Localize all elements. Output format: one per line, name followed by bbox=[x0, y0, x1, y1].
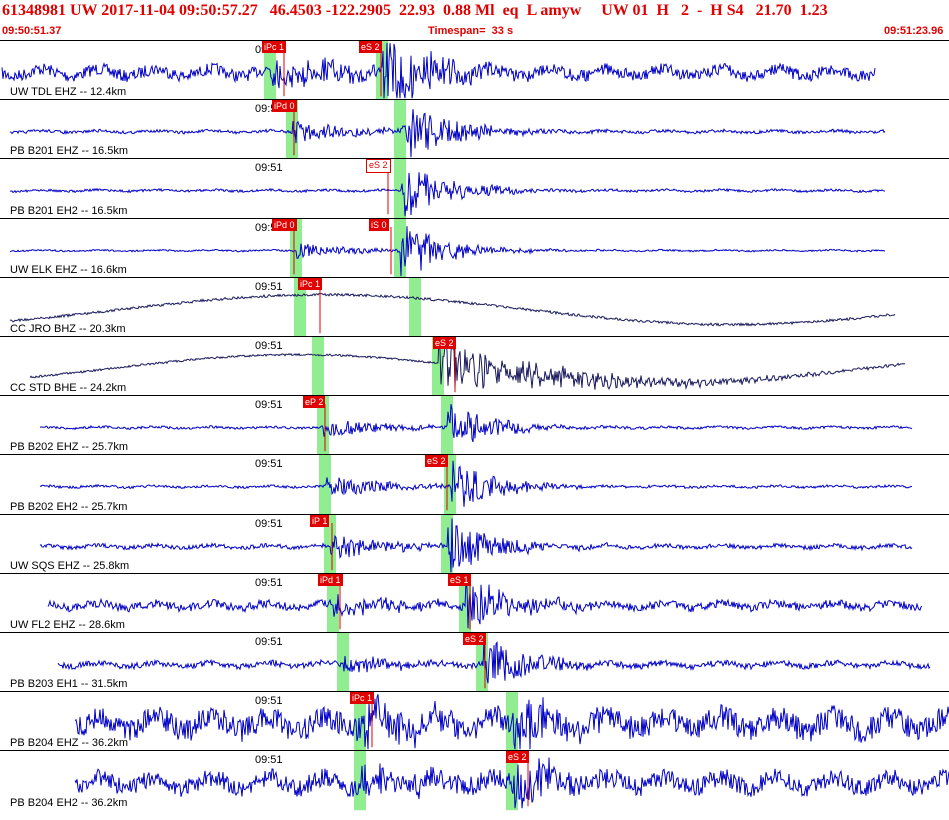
waveform-plot bbox=[29, 337, 906, 397]
pick-flag[interactable]: iPd 0 bbox=[272, 218, 297, 231]
channel-panel[interactable]: 09:51 eS 2 PB B203 EH1 -- 31.5km bbox=[0, 632, 949, 693]
pick-window bbox=[394, 218, 406, 278]
waveform-plot bbox=[9, 218, 886, 278]
channel-panel[interactable]: 09:51 iPd 0 iS 0 UW ELK EHZ -- 16.6km bbox=[0, 217, 949, 278]
time-tick: 09:51 bbox=[255, 754, 283, 767]
time-tick: 09:51 bbox=[255, 340, 283, 352]
waveform-trace bbox=[9, 292, 896, 327]
pick-flag[interactable]: eS 2 bbox=[433, 337, 456, 349]
waveform-plot bbox=[9, 277, 896, 337]
time-tick: 09:51 bbox=[255, 695, 283, 708]
waveform-trace bbox=[9, 172, 886, 217]
pick-flag[interactable]: eS 1 bbox=[448, 573, 471, 586]
channel-panel[interactable]: 09:51 eP 2 PB B202 EHZ -- 25.7km bbox=[0, 395, 949, 456]
channel-label: PB B202 EHZ -- 25.7km bbox=[10, 441, 128, 454]
time-tick: 09:51 bbox=[255, 399, 283, 412]
waveform-trace bbox=[29, 338, 906, 391]
pick-window bbox=[394, 100, 406, 160]
pick-flag[interactable]: iPd 1 bbox=[318, 573, 343, 586]
channel-label: UW TDL EHZ -- 12.4km bbox=[10, 86, 127, 99]
pick-flag[interactable]: eS 2 bbox=[463, 633, 486, 645]
waveform-plot bbox=[74, 751, 949, 811]
waveform-plot bbox=[9, 100, 886, 160]
pick-flag[interactable]: iPc 1 bbox=[350, 692, 375, 705]
channel-panel[interactable]: 09:51 iPc 1 PB B204 EHZ -- 36.2km bbox=[0, 691, 949, 752]
header-bar: 61348981 UW 2017-11-04 09:50:57.27 46.45… bbox=[0, 0, 949, 40]
time-tick: 09:51 bbox=[255, 162, 283, 175]
channel-panel[interactable]: 09:51 eS 2 PB B204 EH2 -- 36.2km bbox=[0, 750, 949, 811]
waveform-trace bbox=[39, 461, 913, 508]
channel-label: CC JRO BHZ -- 20.3km bbox=[10, 322, 126, 335]
waveform-trace bbox=[1, 42, 876, 99]
pick-window bbox=[312, 337, 324, 397]
waveform-plot bbox=[39, 396, 913, 456]
pick-flag[interactable]: eP 2 bbox=[303, 396, 326, 409]
waveform-trace bbox=[9, 225, 886, 276]
channel-panel[interactable]: 09:51iPc 1eS 2UW TDL EHZ -- 12.4km bbox=[0, 40, 949, 101]
end-time: 09:51:23.96 bbox=[884, 25, 944, 37]
time-tick: 09:51 bbox=[255, 280, 283, 293]
waveform-plot bbox=[1, 41, 876, 101]
pick-flag[interactable]: eS 2 bbox=[359, 41, 382, 53]
channel-label: PB B202 EH2 -- 25.7km bbox=[10, 500, 128, 513]
channel-label: CC STD BHE -- 24.2km bbox=[10, 382, 127, 395]
channel-label: PB B203 EH1 -- 31.5km bbox=[10, 678, 128, 691]
pick-flag[interactable]: iS 0 bbox=[369, 218, 389, 231]
pick-flag[interactable]: eS 2 bbox=[366, 159, 391, 174]
waveform-plot bbox=[39, 455, 913, 515]
waveform-trace bbox=[9, 109, 886, 158]
event-summary: 61348981 UW 2017-11-04 09:50:57.27 46.45… bbox=[2, 2, 828, 19]
waveform-plot bbox=[9, 159, 886, 219]
pick-flag[interactable]: iPd 0 bbox=[272, 100, 297, 113]
waveform-plot bbox=[74, 692, 949, 752]
waveform-trace bbox=[57, 638, 931, 684]
channel-label: UW FL2 EHZ -- 28.6km bbox=[10, 618, 125, 631]
timespan: Timespan= 33 s bbox=[428, 25, 514, 37]
channel-panel[interactable]: 09:51 eS 2 CC STD BHE -- 24.2km bbox=[0, 336, 949, 397]
pick-flag[interactable]: iPc 1 bbox=[262, 41, 287, 53]
time-tick: 09:51 bbox=[255, 636, 283, 648]
channel-label: PB B201 EH2 -- 16.5km bbox=[10, 204, 128, 217]
waveform-plot bbox=[39, 514, 913, 574]
channel-label: UW SQS EHZ -- 25.8km bbox=[10, 559, 130, 572]
channel-label: UW ELK EHZ -- 16.6km bbox=[10, 263, 127, 276]
channel-label: PB B204 EH2 -- 36.2km bbox=[10, 796, 128, 809]
pick-flag[interactable]: eS 2 bbox=[425, 455, 448, 468]
channel-panel[interactable]: 09:51 eS 2 PB B202 EH2 -- 25.7km bbox=[0, 454, 949, 515]
channel-panel[interactable]: 09:51 iP 1 UW SQS EHZ -- 25.8km bbox=[0, 513, 949, 574]
pick-window bbox=[409, 277, 421, 337]
channel-label: PB B204 EHZ -- 36.2km bbox=[10, 737, 128, 750]
waveform-trace bbox=[39, 518, 913, 572]
waveform-trace bbox=[39, 404, 913, 443]
pick-flag[interactable]: eS 2 bbox=[506, 751, 529, 764]
channel-panel[interactable]: 09:51 iPd 0 PB B201 EHZ -- 16.5km bbox=[0, 99, 949, 160]
channel-panel[interactable]: 09:51 eS 2 PB B201 EH2 -- 16.5km bbox=[0, 158, 949, 219]
channel-panel[interactable]: 09:51 iPd 1 eS 1 UW FL2 EHZ -- 28.6km bbox=[0, 572, 949, 633]
waveform-plot bbox=[47, 573, 923, 633]
pick-flag[interactable]: iP 1 bbox=[310, 514, 330, 527]
time-tick: 09:51 bbox=[255, 576, 283, 589]
time-tick: 09:51 bbox=[255, 458, 283, 471]
pick-flag[interactable]: iPc 1 bbox=[298, 277, 323, 290]
start-time: 09:50:51.37 bbox=[2, 25, 62, 37]
time-tick: 09:51 bbox=[255, 517, 283, 530]
channel-label: PB B201 EHZ -- 16.5km bbox=[10, 145, 128, 158]
waveform-trace bbox=[47, 581, 923, 629]
channel-panel[interactable]: 09:51 iPc 1 CC JRO BHZ -- 20.3km bbox=[0, 276, 949, 337]
